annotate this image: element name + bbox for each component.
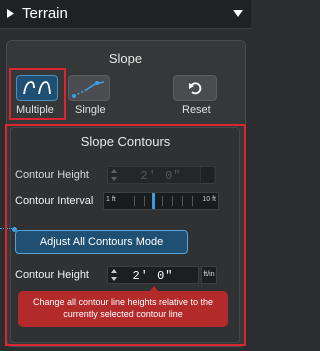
multiple-highlight-box [9,68,66,120]
reset-label: Reset [182,104,211,116]
panel-header[interactable]: Terrain [0,0,251,29]
slope-contours-highlight-box [5,124,246,346]
reset-button[interactable] [173,75,217,101]
slope-section-title: Slope [108,51,143,66]
single-slope-icon [72,81,105,98]
single-slope-button[interactable] [68,75,110,101]
reset-icon [189,82,202,95]
single-label: Single [75,104,106,116]
chevron-down-icon[interactable] [233,10,243,17]
triangle-right-icon [7,9,14,18]
panel-title: Terrain [22,5,68,22]
